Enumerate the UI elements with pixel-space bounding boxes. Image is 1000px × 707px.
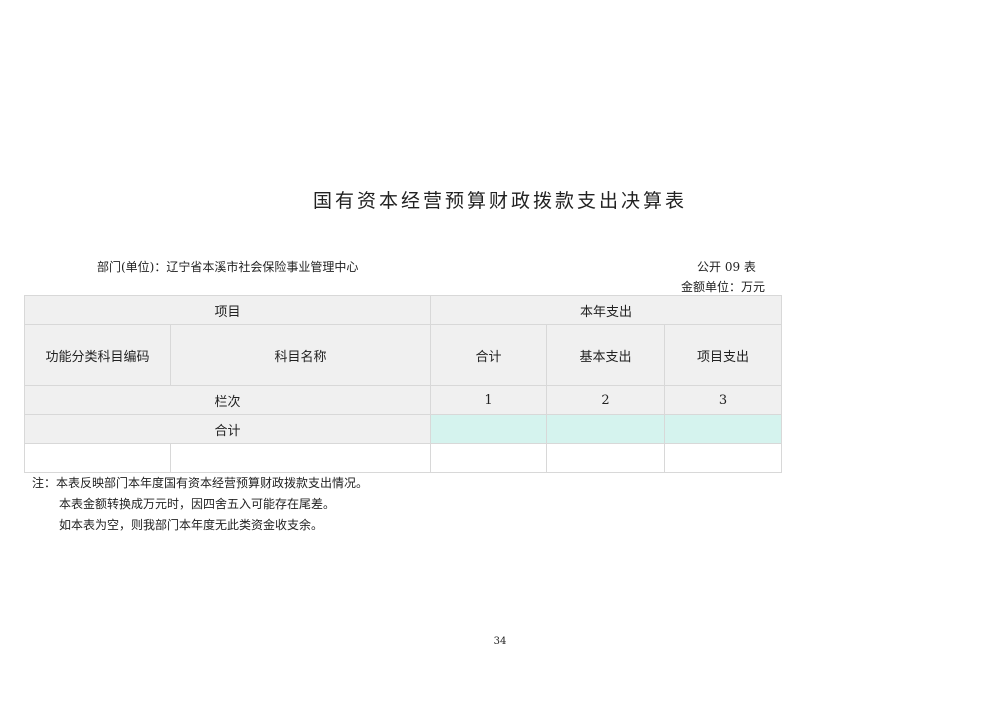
- total-row: 合计: [23, 414, 783, 444]
- total-sum-cell: [430, 414, 548, 444]
- index-label: 栏次: [23, 385, 432, 415]
- header-total: 合计: [430, 324, 548, 386]
- total-label: 合计: [23, 414, 432, 444]
- form-number: 公开 09 表: [697, 260, 756, 274]
- empty-total-cell: [430, 443, 548, 473]
- amount-unit: 金额单位：万元: [681, 280, 766, 294]
- empty-project-cell: [664, 443, 783, 473]
- header-row-2: 功能分类科目编码 科目名称 合计 基本支出 项目支出: [24, 324, 783, 386]
- note-line: 注：本表反映部门本年度国有资本经营预算财政拨款支出情况。: [32, 476, 369, 490]
- total-project-cell: [664, 414, 783, 444]
- header-row-1: 项目 本年支出: [23, 295, 783, 325]
- index-row: 栏次 1 2 3: [23, 385, 783, 415]
- empty-basic-cell: [546, 443, 666, 473]
- index-3: 3: [664, 385, 783, 415]
- expenditure-table: 项目 本年支出 功能分类科目编码 科目名称 合计 基本支出 项目支出 栏次 1 …: [23, 295, 783, 473]
- header-current-year: 本年支出: [430, 295, 783, 325]
- header-code: 功能分类科目编码: [24, 324, 171, 386]
- notes: 注：本表反映部门本年度国有资本经营预算财政拨款支出情况。 本表金额转换成万元时，…: [32, 473, 368, 536]
- total-basic-cell: [546, 414, 666, 444]
- page-number: 34: [493, 636, 507, 647]
- header-basic: 基本支出: [546, 324, 666, 386]
- header-name: 科目名称: [169, 324, 432, 386]
- table-row: [24, 443, 783, 473]
- note-line: 如本表为空，则我部门本年度无此类资金收支余。: [59, 518, 324, 532]
- note-line: 本表金额转换成万元时，因四舍五入可能存在尾差。: [59, 497, 336, 511]
- index-2: 2: [546, 385, 666, 415]
- header-project: 项目: [23, 295, 432, 325]
- department-label: 部门(单位)：辽宁省本溪市社会保险事业管理中心: [97, 260, 359, 274]
- page-title: 国有资本经营预算财政拨款支出决算表: [312, 190, 687, 212]
- empty-code-cell: [24, 443, 171, 473]
- index-1: 1: [430, 385, 548, 415]
- header-project-expense: 项目支出: [664, 324, 783, 386]
- empty-name-cell: [169, 443, 432, 473]
